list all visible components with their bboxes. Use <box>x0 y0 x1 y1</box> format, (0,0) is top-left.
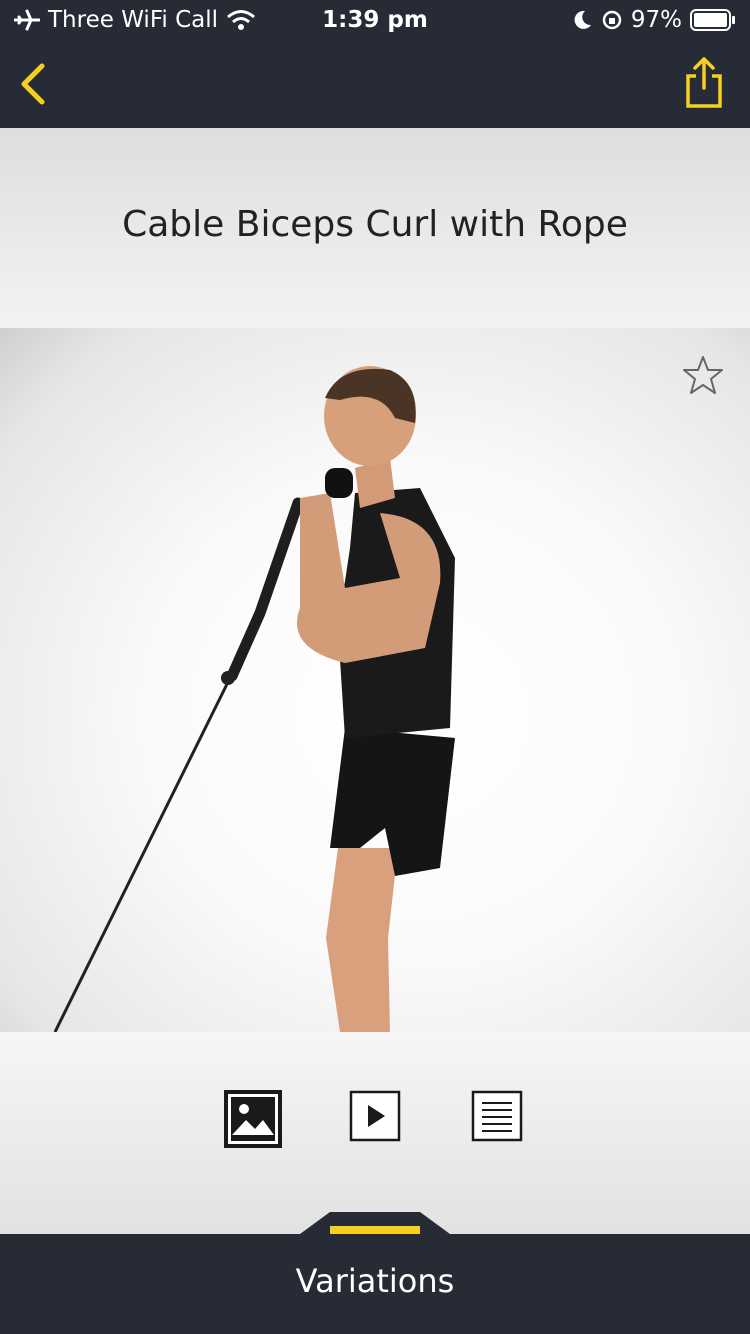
document-icon <box>471 1090 523 1142</box>
play-icon <box>349 1090 401 1142</box>
battery-icon <box>690 9 735 31</box>
share-button[interactable] <box>680 54 728 110</box>
variations-button[interactable]: Variations <box>0 1262 750 1300</box>
chevron-left-icon <box>21 63 45 105</box>
instructions-tab-button[interactable] <box>471 1090 523 1146</box>
share-icon <box>686 57 722 108</box>
favorite-button[interactable] <box>682 354 724 396</box>
navigation-bar <box>0 40 750 128</box>
image-icon <box>224 1090 282 1148</box>
variations-bar[interactable]: Variations <box>0 1234 750 1334</box>
exercise-illustration <box>53 366 455 1032</box>
battery-percent: 97% <box>630 7 682 33</box>
star-icon <box>683 356 723 394</box>
status-bar: Three WiFi Call 1:39 pm 97% <box>0 0 750 40</box>
exercise-title: Cable Biceps Curl with Rope <box>122 204 628 245</box>
status-right: 97% <box>573 7 736 33</box>
image-tab-button[interactable] <box>224 1090 282 1152</box>
media-controls <box>0 1032 750 1234</box>
drawer-handle[interactable] <box>300 1212 450 1234</box>
rotation-lock-icon <box>602 10 622 30</box>
title-area: Cable Biceps Curl with Rope <box>0 128 750 328</box>
video-tab-button[interactable] <box>349 1090 401 1146</box>
moon-icon <box>574 10 591 29</box>
back-button[interactable] <box>10 54 60 114</box>
exercise-photo <box>0 328 750 1032</box>
